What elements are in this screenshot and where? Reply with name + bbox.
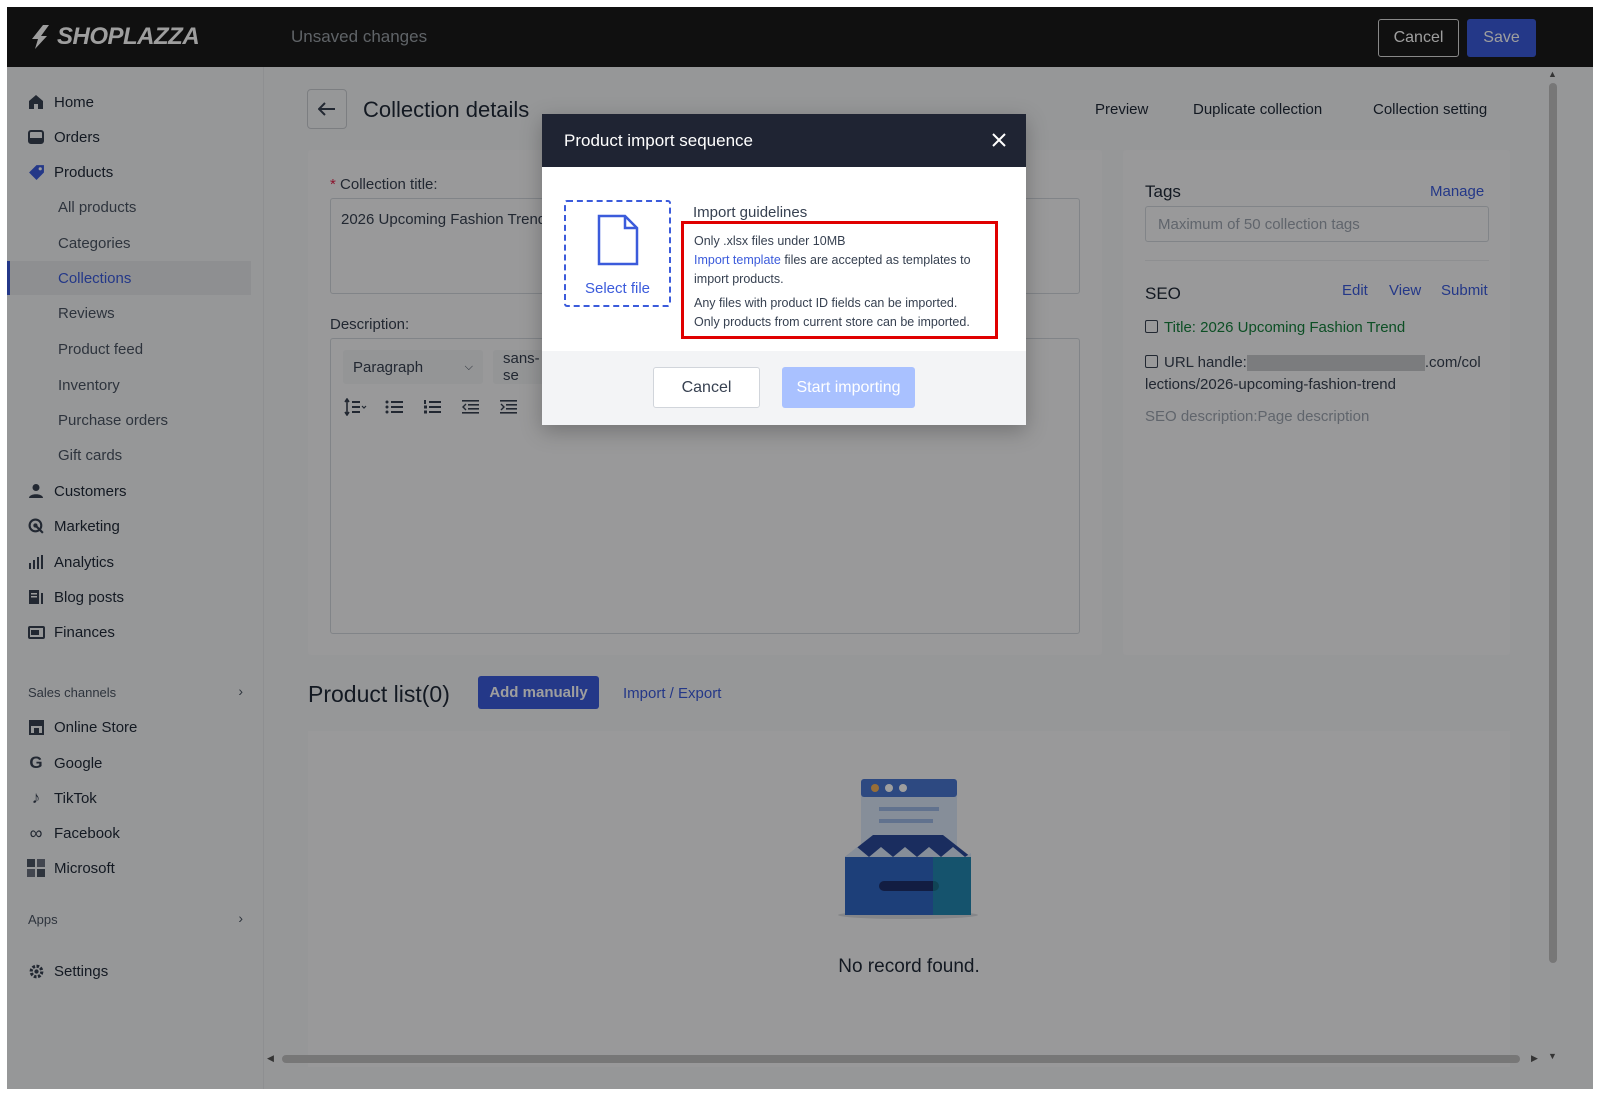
app-window: SHOPLAZZA Unsaved changes Cancel Save Ho…	[7, 7, 1593, 1089]
modal-cancel-button[interactable]: Cancel	[653, 367, 760, 408]
modal-header: Product import sequence	[542, 114, 1026, 167]
file-icon	[597, 214, 639, 266]
guideline-line-3: Any files with product ID fields can be …	[694, 296, 958, 310]
guidelines-box: Only .xlsx files under 10MB Import templ…	[681, 221, 998, 339]
start-importing-button[interactable]: Start importing	[782, 367, 915, 408]
import-template-link[interactable]: Import template	[694, 253, 781, 267]
guideline-line-2: Import template files are accepted as te…	[694, 251, 985, 289]
guideline-line-4: Only products from current store can be …	[694, 315, 970, 329]
import-modal: Product import sequence Select file Impo…	[542, 114, 1026, 425]
file-dropzone[interactable]: Select file	[564, 200, 671, 307]
modal-title: Product import sequence	[564, 131, 753, 150]
select-file-label[interactable]: Select file	[566, 280, 669, 297]
guidelines-title: Import guidelines	[693, 204, 808, 221]
guideline-line-1: Only .xlsx files under 10MB	[694, 234, 846, 248]
close-icon[interactable]	[988, 129, 1010, 151]
modal-footer: Cancel Start importing	[542, 351, 1026, 425]
